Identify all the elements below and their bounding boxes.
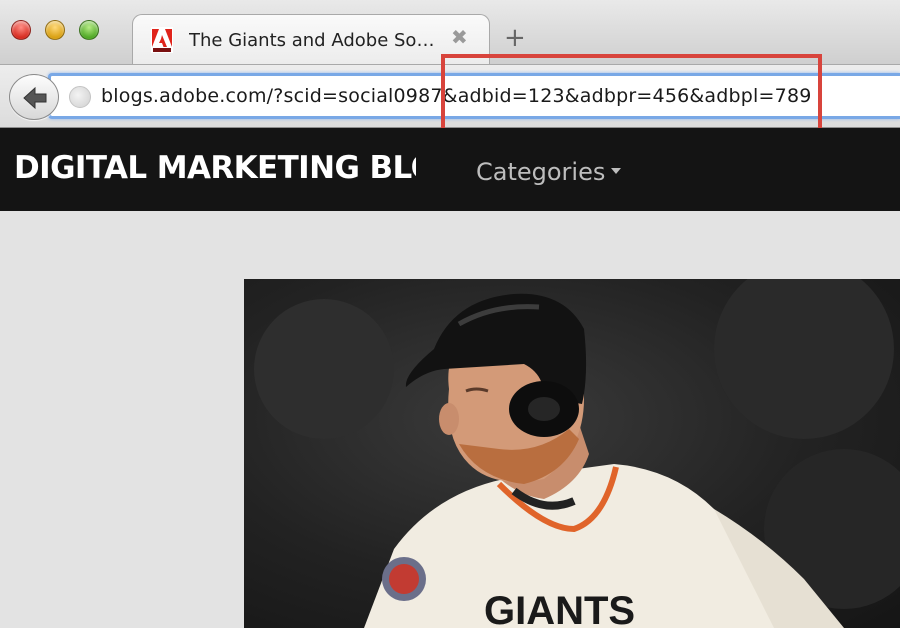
site-brand[interactable]: DIGITAL MARKETING BLOG — [14, 150, 416, 186]
categories-label: Categories — [476, 158, 606, 186]
back-arrow-icon — [23, 86, 47, 110]
globe-icon — [69, 86, 91, 108]
maximize-window-button[interactable] — [79, 20, 99, 40]
baseball-player-photo: GIANTS — [254, 279, 900, 628]
minimize-window-button[interactable] — [45, 20, 65, 40]
tab-close-icon[interactable]: ✖ — [451, 25, 468, 49]
jersey-lettering: GIANTS — [484, 589, 635, 628]
close-window-button[interactable] — [11, 20, 31, 40]
new-tab-button[interactable]: + — [504, 25, 526, 51]
site-navbar: DIGITAL MARKETING BLOG Categories — [0, 128, 900, 211]
browser-tab[interactable]: The Giants and Adobe Soc… ✖ — [132, 14, 490, 64]
hero-image: GIANTS — [244, 279, 900, 628]
categories-dropdown[interactable]: Categories — [476, 158, 622, 186]
page-content: GIANTS — [0, 211, 900, 628]
tab-title: The Giants and Adobe Soc… — [189, 30, 444, 51]
back-button[interactable] — [9, 74, 59, 120]
chevron-down-icon — [611, 168, 622, 174]
adobe-icon — [151, 27, 173, 53]
